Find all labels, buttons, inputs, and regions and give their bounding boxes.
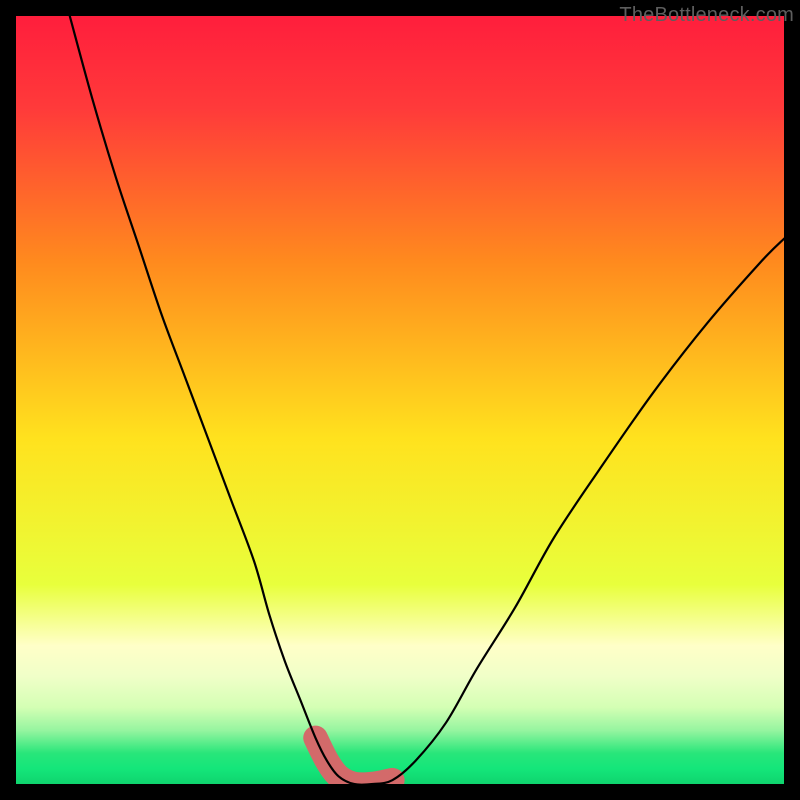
chart-stage: TheBottleneck.com — [0, 0, 800, 800]
watermark-text: TheBottleneck.com — [619, 4, 794, 27]
curve-layer — [16, 16, 784, 784]
bottleneck-curve — [70, 16, 784, 784]
plot-area — [16, 16, 784, 784]
